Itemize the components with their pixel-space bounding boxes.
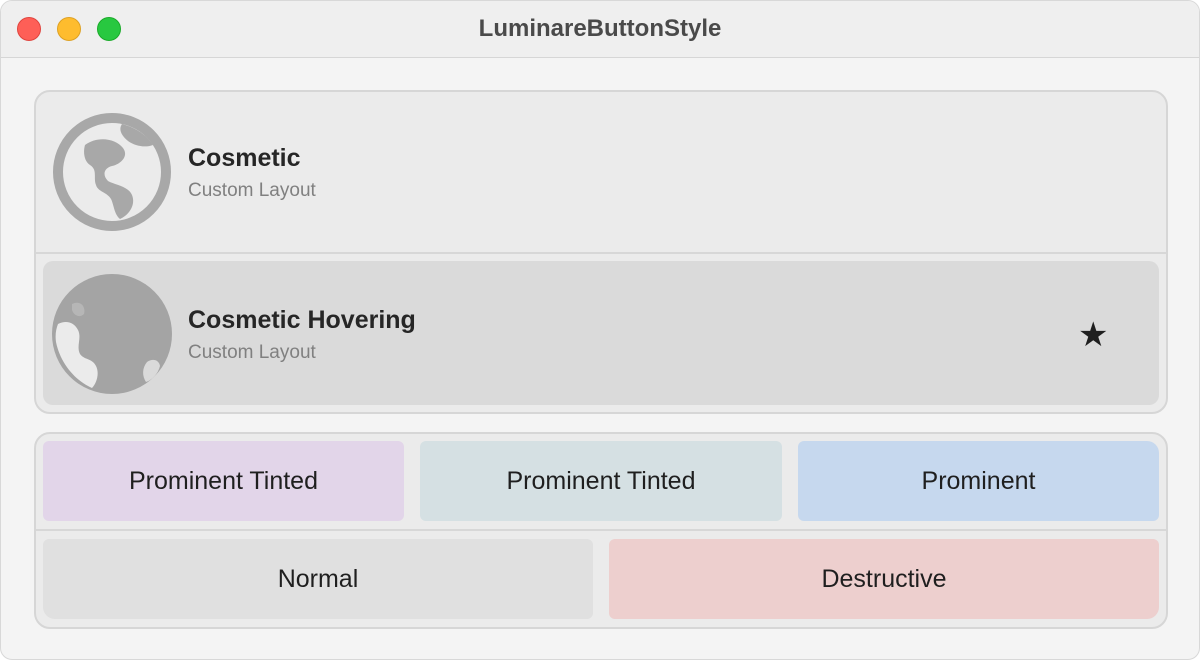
globe-europe-africa-icon xyxy=(52,274,172,394)
cosmetic-button-group: Cosmetic Custom Layout Cosmetic Hovering… xyxy=(34,90,1168,414)
prominent-tinted-purple-button[interactable]: Prominent Tinted xyxy=(43,441,404,521)
prominent-tinted-teal-button[interactable]: Prominent Tinted xyxy=(420,441,782,521)
globe-americas-icon xyxy=(53,113,171,231)
title-bar: LuminareButtonStyle xyxy=(1,1,1199,58)
normal-button[interactable]: Normal xyxy=(43,539,593,619)
row-title: Cosmetic xyxy=(188,144,301,172)
destructive-button[interactable]: Destructive xyxy=(609,539,1159,619)
prominent-button[interactable]: Prominent xyxy=(798,441,1159,521)
row-divider xyxy=(36,252,1166,254)
star-icon: ★ xyxy=(1078,316,1109,354)
row-title: Cosmetic Hovering xyxy=(188,306,416,334)
button-styles-group: Prominent Tinted Prominent Tinted Promin… xyxy=(34,432,1168,629)
window-title: LuminareButtonStyle xyxy=(478,15,722,42)
row-divider xyxy=(36,529,1166,531)
row-subtitle: Custom Layout xyxy=(188,180,316,201)
row-subtitle: Custom Layout xyxy=(188,342,316,363)
app-window: LuminareButtonStyle Cosmetic Custom Layo… xyxy=(0,0,1200,660)
cosmetic-button[interactable]: Cosmetic Custom Layout xyxy=(36,92,1166,252)
